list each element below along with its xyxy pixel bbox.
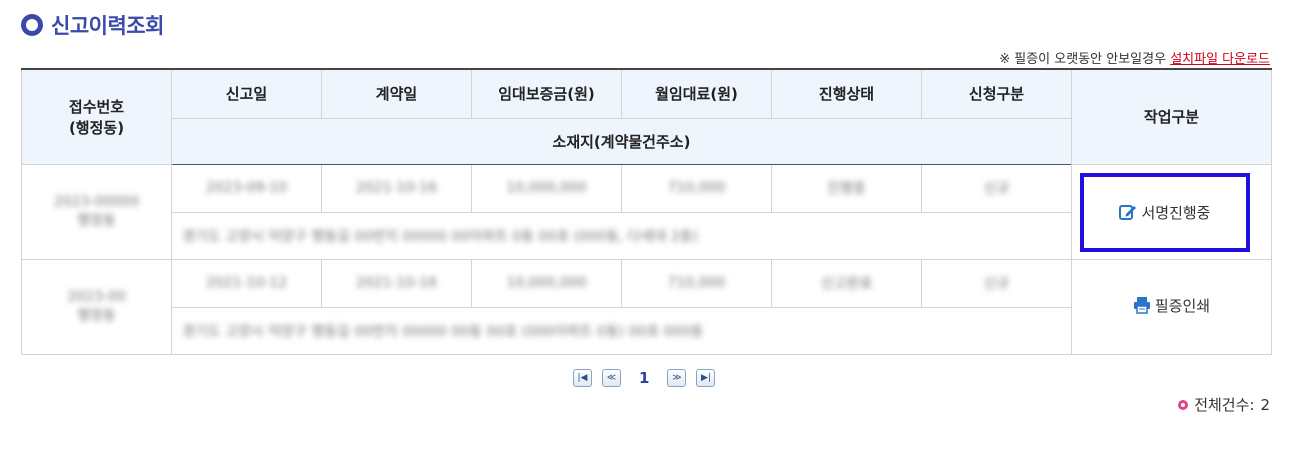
prev-page-button[interactable]: ≪ (602, 369, 621, 387)
total-count: 전체건수: 2 (1178, 394, 1270, 415)
table-row[interactable]: 2023-00 행정동 2021-10-12 2021-10-16 10,000… (21, 258, 1272, 355)
cell-type: 신규 (921, 258, 1072, 308)
selection-highlight: 서명진행중 (1080, 172, 1250, 252)
header-action: 작업구분 (1071, 68, 1272, 165)
first-page-button[interactable]: |◀ (573, 369, 592, 387)
cell-report-date: 2021-10-12 (171, 258, 322, 308)
page-number-1[interactable]: 1 (639, 369, 649, 387)
pink-dot-icon (1178, 399, 1189, 410)
cell-status: 신고완료 (771, 258, 922, 308)
header-deposit: 임대보증금(원) (471, 68, 622, 119)
cell-receipt-no: 2023-00 행정동 (21, 258, 172, 355)
printer-icon (1133, 297, 1150, 314)
cell-contract-date: 2021-10-16 (321, 163, 472, 213)
notice-text: ※ 필증이 오랫동안 안보일경우 설치파일 다운로드 (999, 48, 1270, 67)
cell-deposit: 10,000,000 (471, 258, 622, 308)
header-request-type: 신청구분 (921, 68, 1072, 119)
cell-receipt-no: 2023-00000 행정동 (21, 163, 172, 260)
cell-action: 서명진행중 (1071, 163, 1272, 260)
cell-deposit: 10,000,000 (471, 163, 622, 213)
certificate-print-label: 필증인쇄 (1154, 296, 1211, 315)
next-page-button[interactable]: ≫ (667, 369, 687, 387)
receipt-no-value: 2023-00000 (53, 193, 140, 210)
dong-value: 행정동 (77, 307, 116, 324)
header-report-date: 신고일 (171, 68, 322, 119)
cell-address: 경기도 고양시 덕양구 행동길 00번지 00000 00아파트 0동 00호 … (171, 211, 1072, 260)
certificate-print-button[interactable]: 필증인쇄 (1133, 295, 1210, 316)
cell-report-date: 2023-09-10 (171, 163, 322, 213)
total-value: 2 (1260, 395, 1270, 414)
table-header: 접수번호 (행정동) 신고일 계약일 임대보증금(원) 월임대료(원) 진행상태… (21, 68, 1272, 165)
header-receipt-no: 접수번호 (행정동) (21, 68, 172, 165)
last-page-button[interactable]: ▶| (696, 369, 716, 387)
dong-value: 행정동 (77, 212, 116, 229)
download-link[interactable]: 설치파일 다운로드 (1170, 52, 1270, 67)
report-history-table: 접수번호 (행정동) 신고일 계약일 임대보증금(원) 월임대료(원) 진행상태… (21, 68, 1272, 355)
header-receipt-no-label: 접수번호 (68, 97, 125, 116)
page-title: 신고이력조회 (51, 14, 164, 38)
cell-type: 신규 (921, 163, 1072, 213)
notice-prefix: ※ 필증이 오랫동안 안보일경우 (999, 52, 1171, 67)
header-address: 소재지(계약물건주소) (171, 117, 1072, 165)
table-row[interactable]: 2023-00000 행정동 2023-09-10 2021-10-16 10,… (21, 163, 1272, 260)
edit-pen-icon (1119, 205, 1137, 220)
header-receipt-no-sub: (행정동) (68, 118, 125, 137)
sign-progress-label: 서명진행중 (1141, 203, 1211, 222)
cell-status: 진행중 (771, 163, 922, 213)
cell-monthly-rent: 710,000 (621, 258, 772, 308)
receipt-no-value: 2023-00 (67, 288, 126, 305)
header-monthly-rent: 월임대료(원) (621, 68, 772, 119)
page-title-area: 신고이력조회 (21, 10, 164, 40)
pagination: |◀ ≪ 1 ≫ ▶| (573, 369, 716, 387)
total-label: 전체건수: (1194, 396, 1255, 414)
cell-action: 필증인쇄 (1071, 258, 1272, 355)
cell-monthly-rent: 710,000 (621, 163, 772, 213)
ring-bullet-icon (21, 14, 43, 36)
cell-address: 경기도 고양시 덕양구 행동길 00번지 00000 00동 00호 (000아… (171, 306, 1072, 355)
header-progress: 진행상태 (771, 68, 922, 119)
header-contract-date: 계약일 (321, 68, 472, 119)
cell-contract-date: 2021-10-16 (321, 258, 472, 308)
sign-progress-button[interactable]: 서명진행중 (1119, 202, 1211, 223)
